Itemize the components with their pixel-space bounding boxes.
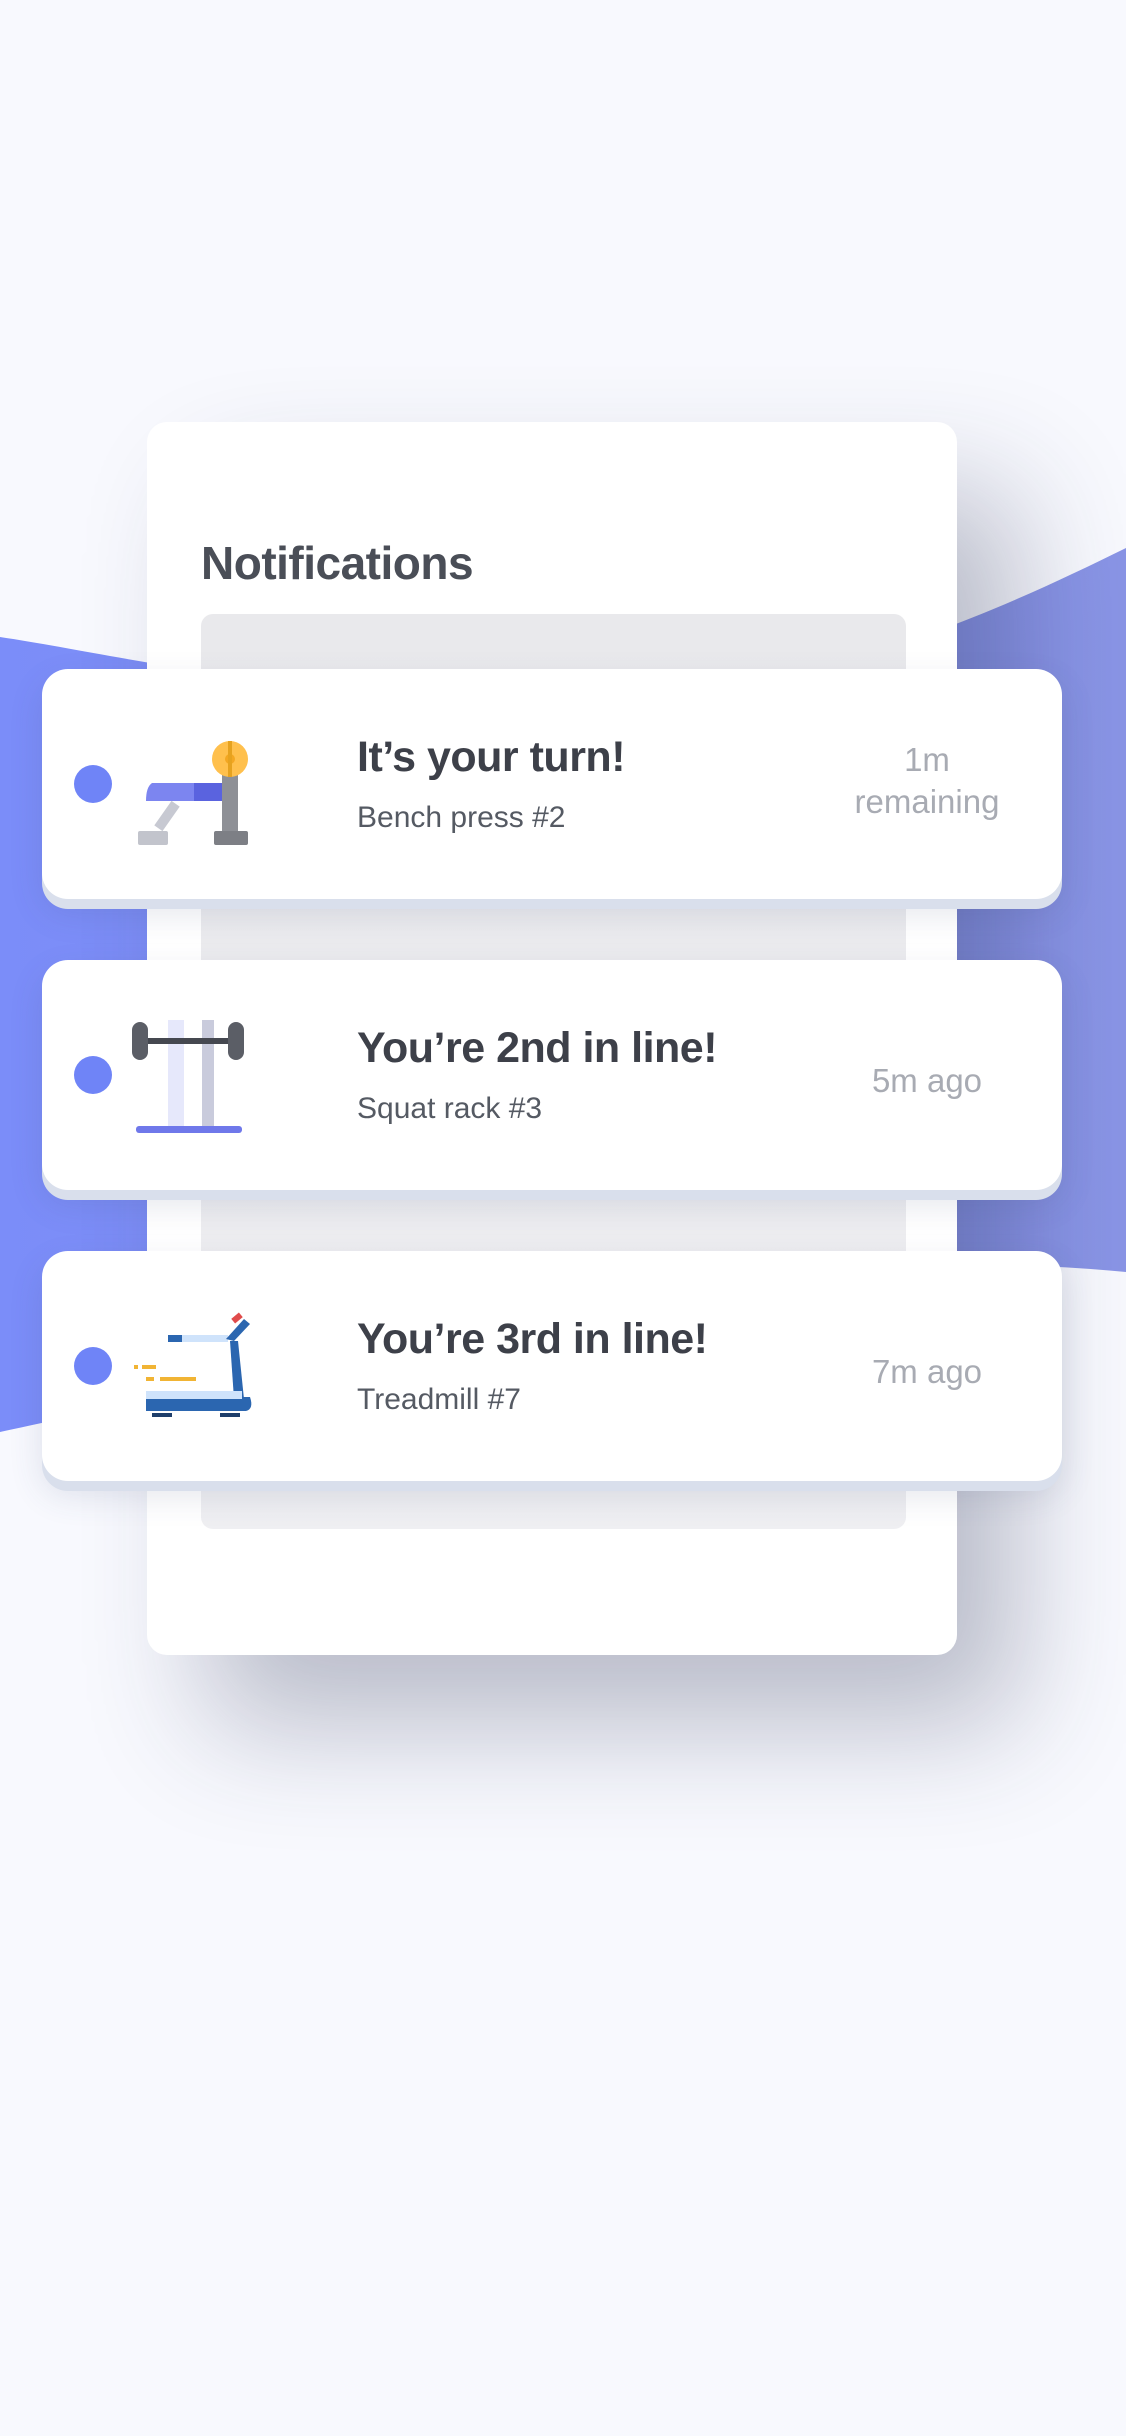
page-title: Notifications	[201, 537, 474, 589]
notification-time: 1m remaining	[832, 739, 1022, 823]
notification-card-squat-rack[interactable]: You’re 2nd in line! Squat rack #3 5m ago	[42, 960, 1062, 1190]
notification-title: You’re 3rd in line!	[357, 1315, 708, 1363]
notification-time: 5m ago	[871, 1062, 983, 1099]
unread-dot	[74, 1347, 112, 1385]
unread-dot	[74, 1056, 112, 1094]
treadmill-icon	[134, 1312, 252, 1417]
notification-card-treadmill[interactable]: You’re 3rd in line! Treadmill #7 7m ago	[42, 1251, 1062, 1481]
notification-subtitle: Treadmill #7	[357, 1383, 521, 1416]
time-unit: remaining	[854, 783, 1000, 820]
notification-title: You’re 2nd in line!	[357, 1024, 718, 1072]
time-value: 1m	[904, 741, 950, 778]
unread-dot	[74, 765, 112, 803]
notification-subtitle: Squat rack #3	[357, 1092, 543, 1125]
bench-press-icon	[138, 741, 248, 845]
notification-card-bench-press[interactable]: It’s your turn! Bench press #2 1m remain…	[42, 669, 1062, 899]
notification-subtitle: Bench press #2	[357, 801, 566, 834]
squat-rack-icon	[132, 1020, 244, 1133]
notification-title: It’s your turn!	[357, 733, 626, 781]
notification-time: 7m ago	[871, 1353, 983, 1390]
